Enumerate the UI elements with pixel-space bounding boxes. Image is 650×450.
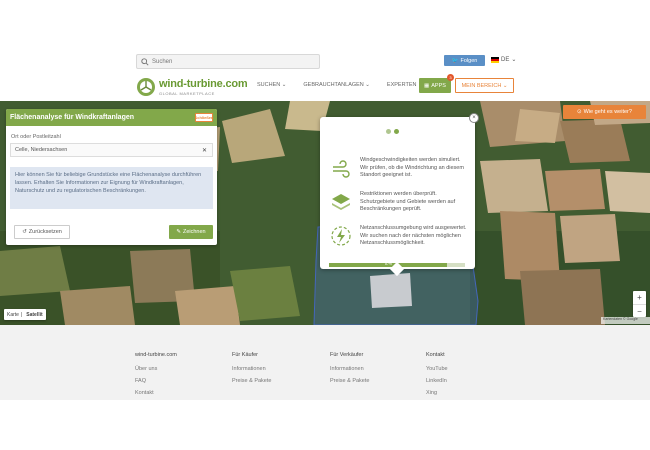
draw-label: Zeichnen [182,229,206,235]
map-type-map[interactable]: Karte [7,312,19,318]
map-type-satellite[interactable]: Satellit [26,312,42,318]
power-grid-icon [331,226,351,246]
what-next-label: Wie geht es weiter? [583,109,632,115]
footer-link[interactable]: LinkedIn [426,378,448,384]
zoom-out-button[interactable]: − [633,304,646,317]
progress-label: 87% [385,262,393,266]
what-next-button[interactable]: ⊙ Wie geht es weiter? [563,105,646,119]
wind-icon [333,160,350,178]
footer-col-buyers: Für Käufer Informationen Preise & Pakete [232,352,271,390]
popup-close-button[interactable]: × [469,113,479,123]
apps-button[interactable]: ▦ APPS 3 [419,74,454,93]
draw-button[interactable]: ✎ Zeichnen [169,225,213,239]
panel-actions: ↺ Zurücksetzen ✎ Zeichnen [10,225,213,239]
map-attribution: Kartendaten © Google [601,317,650,324]
twitter-icon: 🐦 [451,57,459,64]
step-grid-text: Netzanschlussumgebung wird ausgewertet. … [360,225,467,246]
step-restrictions: Restriktionen werden überprüft. Schutzge… [330,191,470,214]
step-wind-text: Windgeschwindigkeiten werden simuliert. … [360,157,464,178]
footer-col-sellers: Für Verkäufer Informationen Preise & Pak… [330,352,369,390]
main-nav: wind-turbine.com GLOBAL MARKETPLACE SUCH… [0,74,650,100]
reset-button[interactable]: ↺ Zurücksetzen [14,225,70,239]
footer-link[interactable]: Über uns [135,366,177,372]
zoom-in-button[interactable]: + [633,291,646,304]
page-bottom [0,400,650,450]
footer-link[interactable]: Informationen [232,366,271,372]
footer-col-title: Für Käufer [232,352,258,358]
panel-header: Flächenanalyse für Windkraftanlagen Schl… [6,109,217,126]
footer-col-contact: Kontakt YouTube LinkedIn Xing [426,352,448,402]
nav-item-search[interactable]: SUCHEN ⌄ [257,82,286,88]
location-label: Ort oder Postleitzahl [11,134,61,140]
pencil-icon: ✎ [176,229,181,235]
loading-dot [394,129,399,134]
search-placeholder: Suchen [152,58,173,65]
search-icon [141,57,149,66]
twitter-follow-button[interactable]: 🐦 Folgen [444,55,485,66]
my-area-button[interactable]: MEIN BEREICH ⌄ [455,78,514,93]
step-wind: Windgeschwindigkeiten werden simuliert. … [330,157,470,180]
location-value: Celle, Niedersachsen [15,147,68,153]
footer: wind-turbine.com Über uns FAQ Kontakt Fü… [0,325,650,400]
footer-link[interactable]: Xing [426,390,448,396]
twitter-label: Folgen [460,57,478,64]
clear-input-icon[interactable]: ✕ [202,147,207,154]
logo[interactable]: wind-turbine.com GLOBAL MARKETPLACE [136,77,248,97]
info-box: Hier können Sie für beliebige Grundstück… [10,167,213,209]
language-selector[interactable]: DE ⌄ [491,56,516,63]
map-type-toggle[interactable]: Karte | Satellit [4,309,46,320]
footer-col-company: wind-turbine.com Über uns FAQ Kontakt [135,352,177,402]
zoom-control: + − [633,291,646,317]
footer-link[interactable]: YouTube [426,366,448,372]
footer-link[interactable]: Preise & Pakete [232,378,271,384]
footer-col-title: Für Verkäufer [330,352,364,358]
loading-dots [386,129,399,134]
reset-icon: ↺ [22,229,27,235]
loading-dot [386,129,391,134]
footer-link[interactable]: FAQ [135,378,177,384]
search-input[interactable]: Suchen [136,54,320,69]
page: Suchen 🐦 Folgen DE ⌄ wind-turbine.com GL… [0,0,650,450]
nav-item-used[interactable]: GEBRAUCHTANLAGEN ⌄ [303,82,370,88]
nav-menu: SUCHEN ⌄ GEBRAUCHTANLAGEN ⌄ EXPERTEN ⌄ [257,82,440,88]
apps-label: APPS [431,82,446,89]
step-restrictions-text: Restriktionen werden überprüft. Schutzge… [360,191,456,212]
nav-item-experts[interactable]: EXPERTEN ⌄ [387,82,423,88]
map-type-divider: | [20,311,23,318]
german-flag-icon [491,56,499,63]
footer-link[interactable]: Preise & Pakete [330,378,369,384]
apps-badge: 3 [447,74,454,81]
panel-title: Flächenanalyse für Windkraftanlagen [10,114,135,121]
location-input[interactable]: Celle, Niedersachsen ✕ [10,143,213,157]
help-icon: ⊙ [577,109,582,115]
footer-col-title: wind-turbine.com [135,352,177,358]
footer-col-title: Kontakt [426,352,445,358]
logo-tagline: GLOBAL MARKETPLACE [159,90,215,96]
grid-icon: ▦ [424,82,430,89]
footer-link[interactable]: Kontakt [135,390,177,396]
top-bar: Suchen 🐦 Folgen DE ⌄ [0,54,650,70]
chevron-down-icon: ⌄ [511,57,517,63]
layers-icon [332,194,350,210]
step-grid: Netzanschlussumgebung wird ausgewertet. … [330,225,470,248]
footer-link[interactable]: Informationen [330,366,369,372]
logo-name: wind-turbine.com [159,77,248,90]
panel-close-button[interactable]: Schließen [195,113,213,122]
satellite-map[interactable]: Flächenanalyse für Windkraftanlagen Schl… [0,101,650,325]
language-label: DE [501,56,510,63]
reset-label: Zurücksetzen [28,229,62,235]
area-analysis-panel: Flächenanalyse für Windkraftanlagen Schl… [6,109,217,245]
wind-turbine-logo-icon [137,78,155,96]
analysis-progress-popup: × Windgeschwindigkeiten werden simuliert… [320,113,479,277]
